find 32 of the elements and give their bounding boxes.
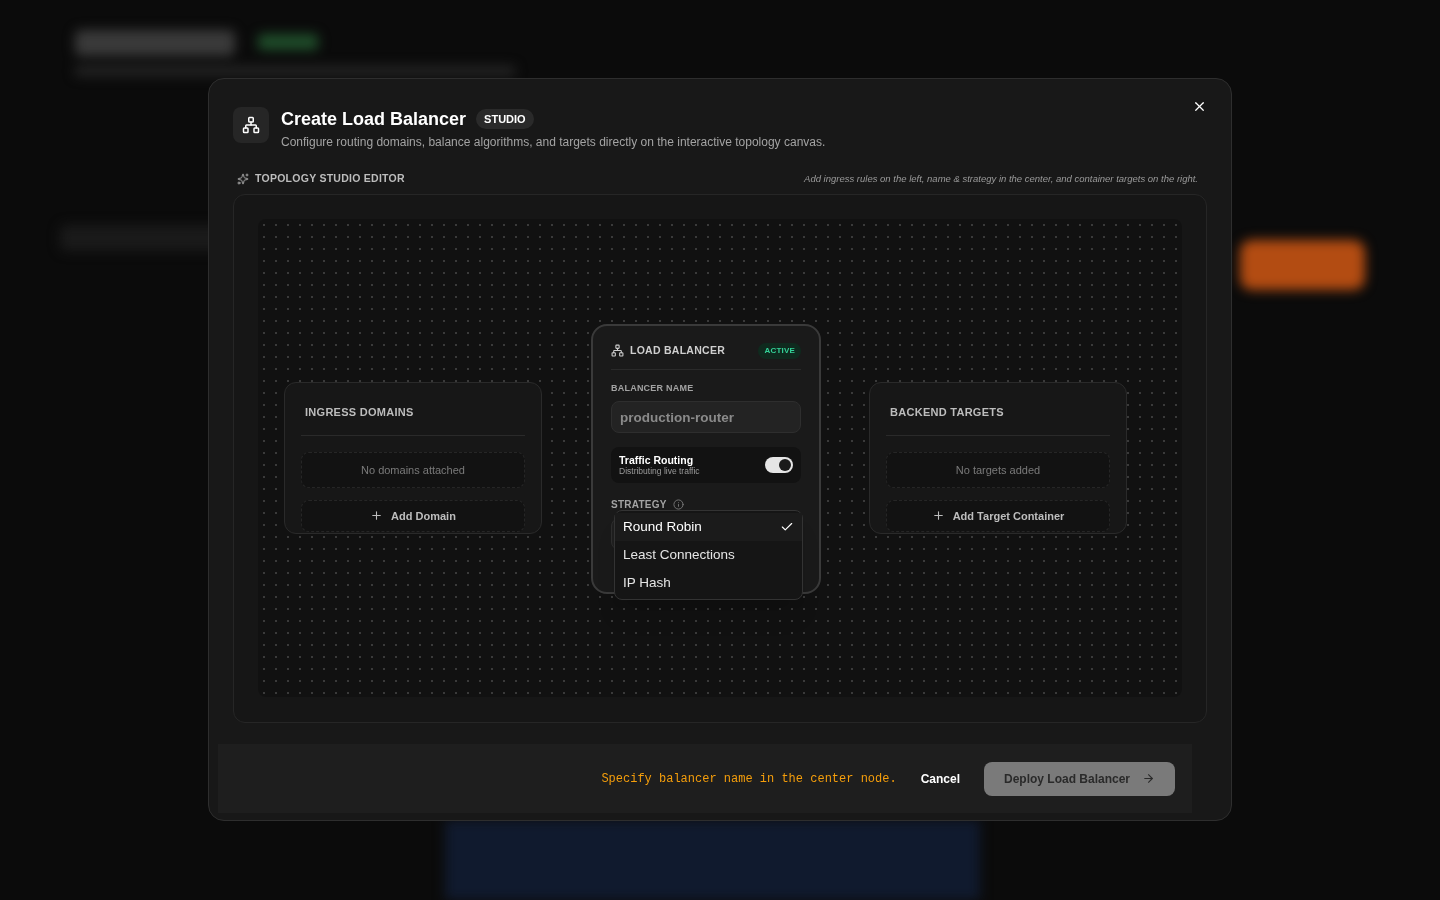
node-title: LOAD BALANCER	[630, 342, 725, 358]
empty-message: No targets added	[955, 462, 1041, 478]
dialog-subtitle: Configure routing domains, balance algorithms, and targets directly on the interactive topology canvas.	[281, 134, 826, 151]
editor-label: TOPOLOGY STUDIO EDITOR	[255, 171, 405, 186]
arrow-icon	[1142, 772, 1155, 785]
balancer-name-field[interactable]: production-router	[611, 401, 801, 434]
cancel-button[interactable]: Cancel	[920, 769, 960, 788]
routing-title: Traffic Routing	[619, 454, 695, 466]
empty-message: No domains attached	[361, 462, 465, 478]
editor-hint: Add ingress rules on the left, name & strategy in the center, and container targets on the right.	[804, 171, 1198, 186]
node-title: BACKEND TARGETS	[890, 405, 1004, 418]
close-icon	[1192, 99, 1207, 114]
strategy-label: STRATEGY	[611, 498, 667, 513]
dropdown-option[interactable]: IP Hash	[615, 568, 802, 597]
add-button[interactable]: Add Target Container	[886, 499, 1110, 532]
routing-toggle[interactable]	[765, 457, 793, 474]
studio-badge: STUDIO	[476, 108, 534, 130]
dropdown-option[interactable]: Round Robin	[615, 512, 802, 541]
network-icon	[611, 344, 624, 358]
plus-icon	[370, 509, 384, 523]
field-label: BALANCER NAME	[611, 381, 695, 395]
app-icon	[233, 107, 269, 143]
plus-icon	[931, 509, 945, 523]
validation-message: Specify balancer name in the center node.	[601, 770, 897, 788]
dialog-title: Create Load Balancer	[281, 108, 467, 131]
dropdown-option[interactable]: Least Connections	[615, 540, 802, 569]
info-icon	[672, 499, 684, 511]
node-title: INGRESS DOMAINS	[305, 405, 414, 418]
status-badge: ACTIVE	[758, 342, 801, 359]
sparkle-icon	[237, 172, 249, 185]
routing-subtitle: Distributing live traffic	[619, 467, 700, 476]
add-button[interactable]: Add Domain	[301, 499, 525, 532]
